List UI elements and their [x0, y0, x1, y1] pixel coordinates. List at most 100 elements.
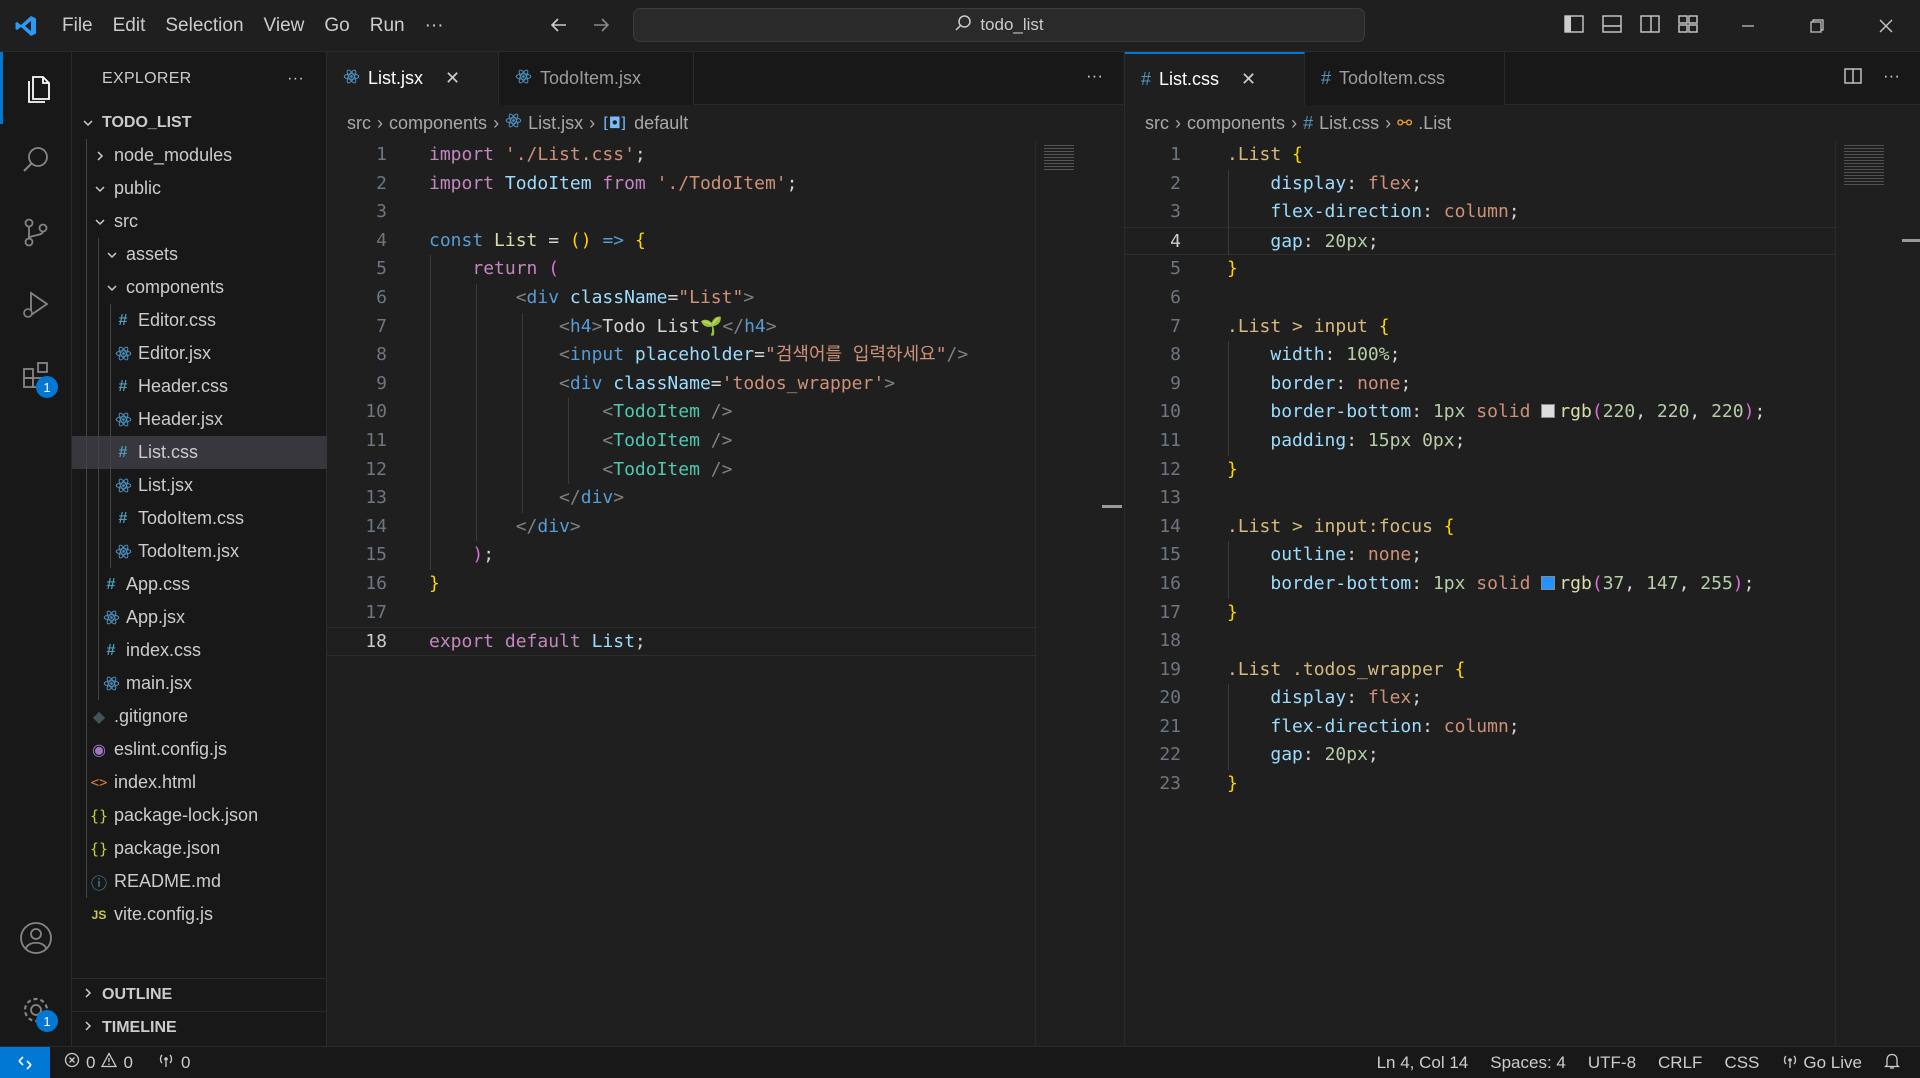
explorer-activity-icon[interactable]	[0, 52, 72, 124]
menu-item-view[interactable]: View	[254, 15, 315, 37]
split-editor-icon[interactable]	[1843, 66, 1863, 91]
customize-layout-icon[interactable]	[1677, 13, 1699, 40]
file-vite-config-js[interactable]: JS vite.config.js	[72, 898, 327, 931]
notifications-bell-icon[interactable]	[1883, 1052, 1901, 1075]
breadcrumb-item[interactable]: src	[1145, 113, 1169, 134]
menu-item-edit[interactable]: Edit	[103, 15, 156, 37]
menu-more[interactable]: ···	[415, 15, 454, 37]
toggle-primary-sidebar-icon[interactable]	[1563, 13, 1585, 40]
command-center-search[interactable]: todo_list	[633, 8, 1365, 42]
color-swatch[interactable]	[1541, 575, 1556, 590]
menu-item-selection[interactable]: Selection	[155, 15, 253, 37]
code-editor[interactable]: 1 import './List.css'; 2 import TodoItem fr…	[327, 141, 1035, 656]
go-live-button[interactable]: Go Live	[1781, 1053, 1862, 1074]
toggle-panel-icon[interactable]	[1601, 13, 1623, 40]
explorer-more-actions[interactable]: ···	[287, 70, 304, 88]
breadcrumb-item[interactable]: components	[389, 113, 487, 134]
code-token: TodoItem	[613, 429, 711, 451]
back-arrow-icon[interactable]	[548, 14, 570, 41]
toggle-secondary-sidebar-icon[interactable]	[1639, 13, 1661, 40]
scrollbar-thumb[interactable]	[1102, 505, 1122, 508]
code-text: }	[1227, 599, 1238, 628]
file-eslint-config-js[interactable]: ◉ eslint.config.js	[72, 733, 327, 766]
file--gitignore[interactable]: ◆ .gitignore	[72, 700, 327, 733]
source-control-icon[interactable]	[0, 196, 72, 268]
minimap[interactable]	[1835, 141, 1920, 1046]
cursor-position[interactable]: Ln 4, Col 14	[1377, 1053, 1469, 1073]
code-token: rgb	[1559, 401, 1592, 423]
breadcrumb-item[interactable]: components	[1187, 113, 1285, 134]
tab-todoitem-jsx[interactable]: TodoItem.jsx	[499, 52, 694, 105]
folder-assets[interactable]: assets	[72, 238, 327, 271]
remote-indicator-icon[interactable]	[0, 1046, 50, 1078]
folder-public[interactable]: public	[72, 172, 327, 205]
file-app-css[interactable]: # App.css	[72, 568, 327, 601]
file-index-css[interactable]: # index.css	[72, 634, 327, 667]
code-line: 7 .List > input {	[1125, 313, 1835, 342]
code-text: border-bottom: 1px solid rgb(220, 220, 2…	[1227, 398, 1765, 427]
close-window-icon[interactable]	[1851, 0, 1920, 52]
restore-icon[interactable]	[1782, 0, 1851, 52]
minimap[interactable]	[1035, 141, 1123, 1046]
search-activity-icon[interactable]	[0, 124, 72, 196]
scrollbar-thumb[interactable]	[1902, 239, 1920, 242]
problems-indicator[interactable]: 0 0	[64, 1052, 133, 1073]
file-main-jsx[interactable]: main.jsx	[72, 667, 327, 700]
tab-list-jsx[interactable]: List.jsx ✕	[327, 52, 499, 105]
encoding[interactable]: UTF-8	[1588, 1053, 1636, 1073]
indentation[interactable]: Spaces: 4	[1490, 1053, 1566, 1073]
extensions-icon[interactable]: 1	[0, 340, 72, 412]
outline-section[interactable]: OUTLINE	[72, 978, 327, 1011]
code-line: 14 </div>	[327, 513, 1035, 542]
accounts-icon[interactable]	[0, 902, 72, 974]
folder-node-modules[interactable]: node_modules	[72, 139, 327, 172]
code-text: display: flex;	[1227, 170, 1422, 199]
ports-indicator[interactable]: 0	[157, 1052, 190, 1073]
minimize-icon[interactable]	[1713, 0, 1782, 52]
tab-list-css[interactable]: # List.css ✕	[1125, 52, 1305, 105]
react-file-icon	[114, 477, 132, 494]
breadcrumb-item[interactable]: List.css	[1319, 113, 1379, 134]
end-of-line[interactable]: CRLF	[1658, 1053, 1702, 1073]
navigation-arrows	[548, 14, 612, 41]
folder-components[interactable]: components	[72, 271, 327, 304]
code-text: <TodoItem />	[429, 456, 732, 485]
file-app-jsx[interactable]: App.jsx	[72, 601, 327, 634]
folder-src[interactable]: src	[72, 205, 327, 238]
file-package-lock-json[interactable]: {} package-lock.json	[72, 799, 327, 832]
left-tab-bar: List.jsx ✕ TodoItem.jsx ···	[327, 52, 1123, 105]
warning-icon	[101, 1052, 118, 1073]
tab-todoitem-css[interactable]: # TodoItem.css	[1305, 52, 1505, 105]
breadcrumb-item[interactable]: src	[347, 113, 371, 134]
folder-root[interactable]: TODO_LIST	[72, 106, 327, 139]
timeline-section[interactable]: TIMELINE	[72, 1011, 327, 1044]
window-controls	[1713, 0, 1920, 52]
code-text: export default List;	[429, 628, 646, 657]
file-package-json[interactable]: {} package.json	[72, 832, 327, 865]
breadcrumb-item[interactable]: default	[634, 113, 688, 134]
menu-item-go[interactable]: Go	[314, 15, 359, 37]
react-file-icon	[515, 68, 532, 90]
language-mode[interactable]: CSS	[1724, 1053, 1759, 1073]
manage-gear-icon[interactable]: 1	[0, 974, 72, 1046]
code-token: border-bottom	[1270, 572, 1412, 594]
file-readme-md[interactable]: ⓘ README.md	[72, 865, 327, 898]
breadcrumb-item[interactable]: .List	[1418, 113, 1451, 134]
forward-arrow-icon[interactable]	[590, 14, 612, 41]
menu-item-run[interactable]: Run	[360, 15, 415, 37]
broadcast-icon	[1781, 1053, 1799, 1074]
more-icon[interactable]: ···	[1883, 66, 1900, 91]
file-index-html[interactable]: <> index.html	[72, 766, 327, 799]
code-token: :	[1346, 687, 1368, 709]
code-line: 22 gap: 20px;	[1125, 741, 1835, 770]
code-editor[interactable]: 1 .List {2 display: flex; 3 flex-direction…	[1125, 141, 1835, 799]
menu-item-file[interactable]: File	[52, 15, 103, 37]
run-debug-icon[interactable]	[0, 268, 72, 340]
editor-more-actions[interactable]: ···	[1086, 66, 1103, 86]
close-tab-icon[interactable]: ✕	[445, 68, 460, 89]
breadcrumb-item[interactable]: List.jsx	[528, 113, 583, 134]
code-token: from	[602, 172, 657, 194]
code-line: 10 <TodoItem />	[327, 398, 1035, 427]
color-swatch[interactable]	[1541, 404, 1556, 419]
close-tab-icon[interactable]: ✕	[1241, 69, 1256, 90]
